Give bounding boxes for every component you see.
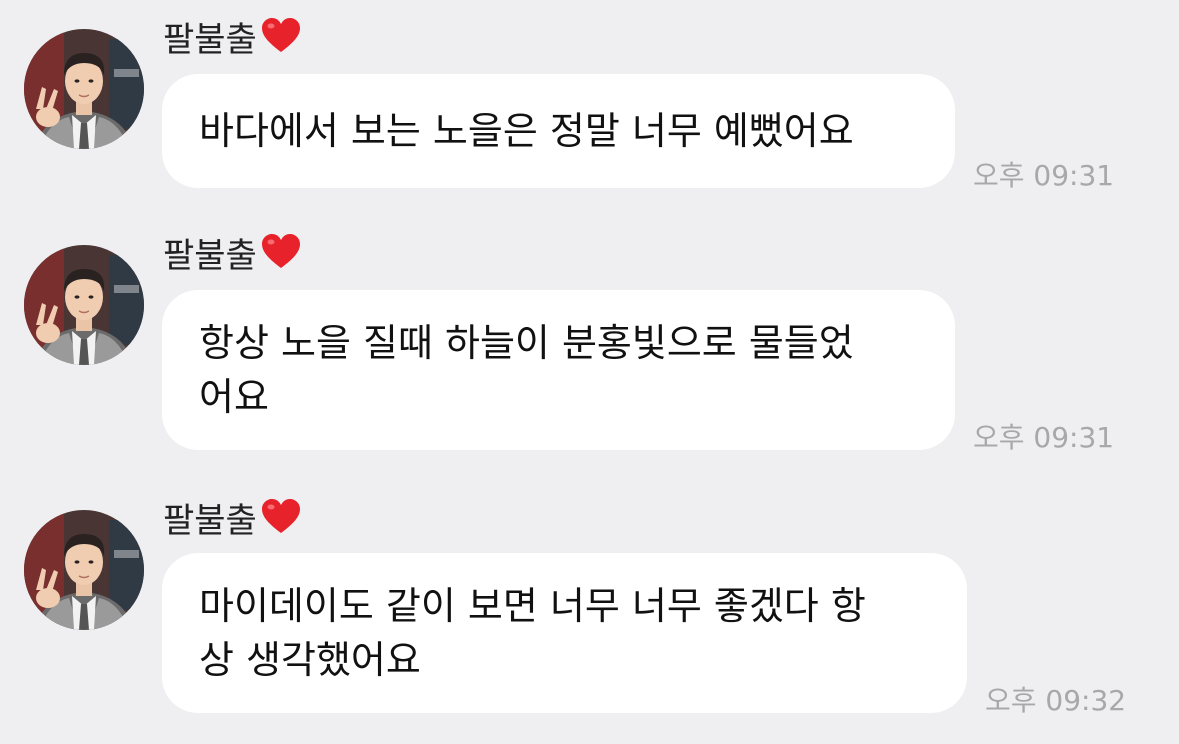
sender-name: 팔불출 <box>163 230 303 276</box>
heart-icon <box>261 234 300 268</box>
message-text: 마이데이도 같이 보면 너무 너무 좋겠다 항 상 생각했어요 <box>199 584 866 682</box>
sender-avatar[interactable] <box>24 510 144 630</box>
message-text: 항상 노을 질때 하늘이 분홍빛으로 물들었 어요 <box>199 321 854 419</box>
heart-icon <box>261 499 300 533</box>
chat-message: 팔불출 마이데이도 같이 보면 너무 너무 좋겠다 항 상 생각했어요 오후 0… <box>0 495 1179 725</box>
chat-message: 팔불출 항상 노을 질때 하늘이 분홍빛으로 물들었 어요 오후 09:31 <box>0 230 1179 460</box>
message-bubble[interactable]: 항상 노을 질때 하늘이 분홍빛으로 물들었 어요 <box>162 290 955 450</box>
sender-avatar[interactable] <box>24 29 144 149</box>
heart-icon <box>261 18 300 52</box>
message-timestamp: 오후 09:31 <box>973 421 1115 454</box>
sender-avatar[interactable] <box>24 245 144 365</box>
message-timestamp: 오후 09:31 <box>973 159 1115 192</box>
message-bubble[interactable]: 바다에서 보는 노을은 정말 너무 예뻤어요 <box>162 74 955 188</box>
message-bubble[interactable]: 마이데이도 같이 보면 너무 너무 좋겠다 항 상 생각했어요 <box>162 553 967 713</box>
sender-name-text: 팔불출 <box>163 500 257 541</box>
sender-name-text: 팔불출 <box>163 235 257 276</box>
message-text: 바다에서 보는 노을은 정말 너무 예뻤어요 <box>199 109 854 153</box>
sender-name-text: 팔불출 <box>163 19 257 60</box>
sender-name: 팔불출 <box>163 14 303 60</box>
sender-name: 팔불출 <box>163 495 303 541</box>
message-timestamp: 오후 09:32 <box>985 684 1127 717</box>
chat-message: 팔불출 바다에서 보는 노을은 정말 너무 예뻤어요 오후 09:31 <box>0 14 1179 194</box>
